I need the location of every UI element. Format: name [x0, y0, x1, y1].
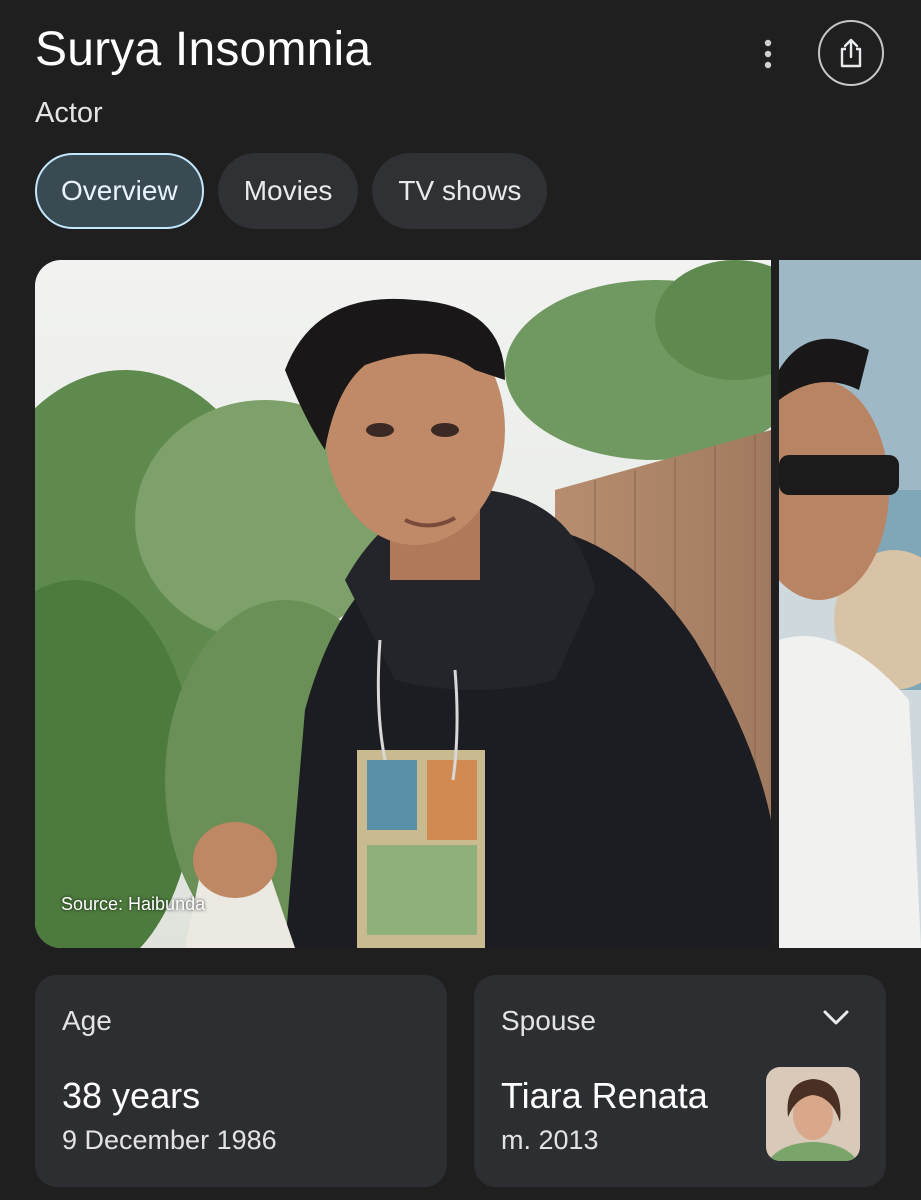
- page-title: Surya Insomnia: [35, 23, 372, 76]
- spouse-name[interactable]: Tiara Renata: [501, 1075, 708, 1117]
- more-options-button[interactable]: [748, 32, 788, 76]
- age-label: Age: [62, 1005, 112, 1036]
- image-source-caption: Source: Haibunda: [61, 894, 206, 914]
- couple-photo: [779, 260, 921, 948]
- spouse-label: Spouse: [501, 1005, 596, 1036]
- actor-photo: [35, 260, 771, 948]
- age-value: 38 years: [62, 1075, 201, 1116]
- age-card[interactable]: Age 38 years 9 December 1986: [35, 975, 447, 1187]
- tab-movies[interactable]: Movies: [217, 153, 359, 229]
- tab-tv-shows[interactable]: TV shows: [372, 153, 548, 229]
- marriage-year: m. 2013: [501, 1125, 599, 1155]
- more-vert-icon: [764, 39, 772, 69]
- tab-bar: Overview Movies TV shows: [35, 153, 548, 229]
- gallery-photo-main[interactable]: Source: Haibunda: [35, 260, 771, 948]
- birth-date: 9 December 1986: [62, 1125, 277, 1155]
- share-icon: [840, 38, 862, 68]
- spouse-card[interactable]: Spouse Tiara Renata m. 2013: [474, 975, 886, 1187]
- spouse-photo-image: [766, 1067, 860, 1161]
- gallery-photo-next[interactable]: [779, 260, 921, 948]
- share-button[interactable]: [818, 20, 884, 86]
- chevron-down-icon[interactable]: [822, 1009, 850, 1027]
- tab-overview[interactable]: Overview: [35, 153, 204, 229]
- spouse-avatar[interactable]: [766, 1067, 860, 1161]
- page-subtitle: Actor: [35, 97, 103, 129]
